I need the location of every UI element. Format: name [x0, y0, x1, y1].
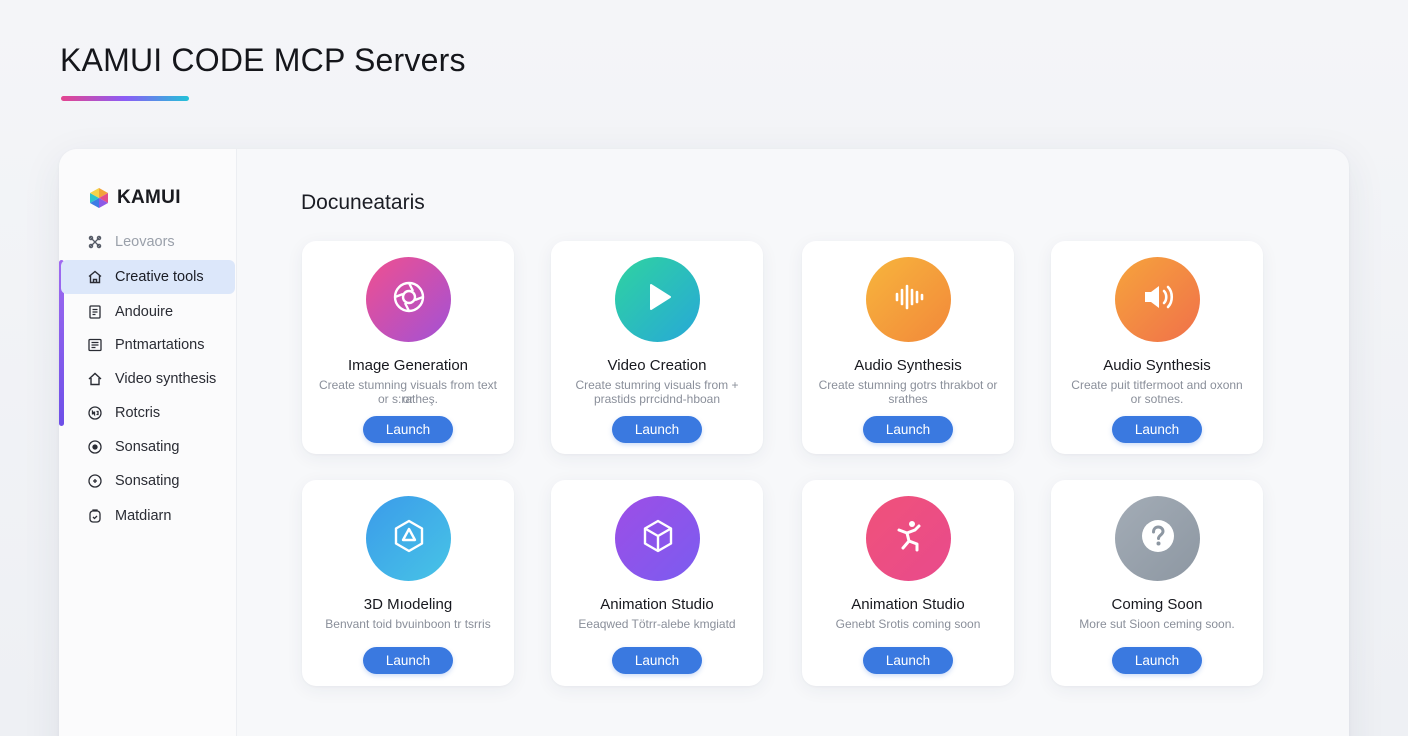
- card-title: 3D Mıodeling: [363, 596, 453, 613]
- launch-button[interactable]: Launch: [363, 647, 453, 674]
- card-title: Audio Synthesis: [1103, 357, 1211, 374]
- card-description: Create stumring visuals from +: [575, 378, 739, 392]
- card-description-2: or sotnes.: [1130, 392, 1184, 406]
- sidebar-item-video-synthesis[interactable]: Video synthesis: [59, 362, 237, 396]
- card-title: Coming Soon: [1111, 596, 1203, 613]
- sidebar-item-label: Rotcris: [115, 405, 161, 421]
- card-icon-badge: [1115, 257, 1200, 342]
- card-description: Eeaqwed Tötrr-alebe kmgiatd: [578, 617, 736, 631]
- badge-icon: [87, 405, 103, 421]
- sidebar-item-label: Leovaors: [115, 234, 175, 250]
- card-description-2: srathes: [888, 392, 928, 406]
- sidebar-item-label: Sonsating: [115, 439, 180, 455]
- app-window: KAMUI Leovaors Creative tools Andouire P…: [59, 149, 1349, 736]
- clipboard-icon: [87, 508, 103, 524]
- card-title: Animation Studio: [600, 596, 714, 613]
- launch-button[interactable]: Launch: [1112, 647, 1202, 674]
- card-title: Animation Studio: [851, 596, 965, 613]
- sidebar-item-matdiarn[interactable]: Matdiarn: [59, 499, 237, 533]
- server-card-coming-soon: Coming Soon More sut Sioon ceming soon. …: [1051, 480, 1263, 686]
- page-title: KAMUI CODE MCP Servers: [60, 42, 466, 78]
- sidebar-item-sonsating-2[interactable]: Sonsating: [59, 464, 237, 498]
- card-icon-badge: [866, 496, 951, 581]
- sidebar-item-label: Pntmartations: [115, 337, 205, 353]
- launch-button[interactable]: Launch: [612, 647, 702, 674]
- launch-button[interactable]: Launch: [612, 416, 702, 443]
- launch-button[interactable]: Launch: [363, 416, 453, 443]
- card-title: Audio Synthesis: [854, 357, 962, 374]
- question-icon: [1136, 514, 1180, 563]
- sidebar-item-rotcris[interactable]: Rotcris: [59, 396, 237, 430]
- card-icon-badge: [366, 257, 451, 342]
- card-icon-badge: [615, 257, 700, 342]
- sidebar-item-creative-tools[interactable]: Creative tools: [61, 260, 235, 294]
- card-icon-badge: [366, 496, 451, 581]
- card-title: Image Generation: [347, 357, 469, 374]
- card-title: Video Creation: [607, 357, 707, 374]
- card-description: Genebt Srotis coming soon: [835, 617, 981, 631]
- brand-name: KAMUI: [117, 187, 181, 208]
- launch-button[interactable]: Launch: [863, 416, 953, 443]
- card-description: Create puit titfermoot and oxonn: [1071, 378, 1243, 392]
- card-description-2: prastids prrcidnd-hboan: [593, 392, 721, 406]
- sidebar-item-label: Matdiarn: [115, 508, 172, 524]
- house-icon: [87, 371, 103, 387]
- sidebar-item-label: Andouire: [115, 304, 174, 320]
- speaker-icon: [1136, 275, 1180, 324]
- server-card-audio-synthesis: Audio Synthesis Create stumning gotrs th…: [802, 241, 1014, 454]
- server-card-animation-studio: Animation Studio Eeaqwed Tötrr-alebe kmg…: [551, 480, 763, 686]
- sidebar-item-label: Video synthesis: [115, 371, 217, 387]
- cube-icon: [636, 514, 680, 563]
- aperture-icon: [387, 275, 431, 324]
- server-card-image-generation: Image Generation Create stumning visuals…: [302, 241, 514, 454]
- sidebar-item-andouire[interactable]: Andouire: [59, 295, 237, 329]
- launch-button[interactable]: Launch: [1112, 416, 1202, 443]
- card-description: More sut Sioon ceming soon.: [1079, 617, 1235, 631]
- list-icon: [87, 337, 103, 353]
- launch-button[interactable]: Launch: [863, 647, 953, 674]
- cube-outline-icon: [387, 514, 431, 563]
- home-icon: [87, 269, 103, 285]
- sidebar-item-label: Sonsating: [115, 473, 180, 489]
- waveform-icon: [887, 275, 931, 324]
- card-description: Create stumning gotrs thrakbot or: [818, 378, 998, 392]
- title-underline: [61, 96, 189, 101]
- sidebar-item-label: Creative tools: [115, 269, 204, 285]
- section-title: Docuneataris: [301, 191, 425, 214]
- server-card-video-creation: Video Creation Create stumring visuals f…: [551, 241, 763, 454]
- play-icon: [636, 275, 680, 324]
- card-icon-badge: [615, 496, 700, 581]
- card-description: Benvant toid bvuinboon tr tsrris: [325, 617, 491, 631]
- sidebar-item-leovaors[interactable]: Leovaors: [59, 225, 237, 259]
- server-card-audio-synthesis-2: Audio Synthesis Create puit titfermoot a…: [1051, 241, 1263, 454]
- record-icon: [87, 439, 103, 455]
- figure-icon: [887, 514, 931, 563]
- card-icon-badge: [866, 257, 951, 342]
- target-icon: [87, 473, 103, 489]
- sidebar-item-sonsating[interactable]: Sonsating: [59, 430, 237, 464]
- sidebar: KAMUI Leovaors Creative tools Andouire P…: [59, 149, 237, 736]
- server-card-3d-modeling: 3D Mıodeling Benvant toid bvuinboon tr t…: [302, 480, 514, 686]
- tools-icon: [87, 234, 103, 250]
- brand[interactable]: KAMUI: [87, 186, 181, 210]
- document-icon: [87, 304, 103, 320]
- card-icon-badge: [1115, 496, 1200, 581]
- card-description-2: or s:ratheş.: [377, 392, 439, 406]
- server-card-animation-studio-2: Animation Studio Genebt Srotis coming so…: [802, 480, 1014, 686]
- sidebar-item-pntmartations[interactable]: Pntmartations: [59, 328, 237, 362]
- kamui-logo-icon: [87, 186, 111, 210]
